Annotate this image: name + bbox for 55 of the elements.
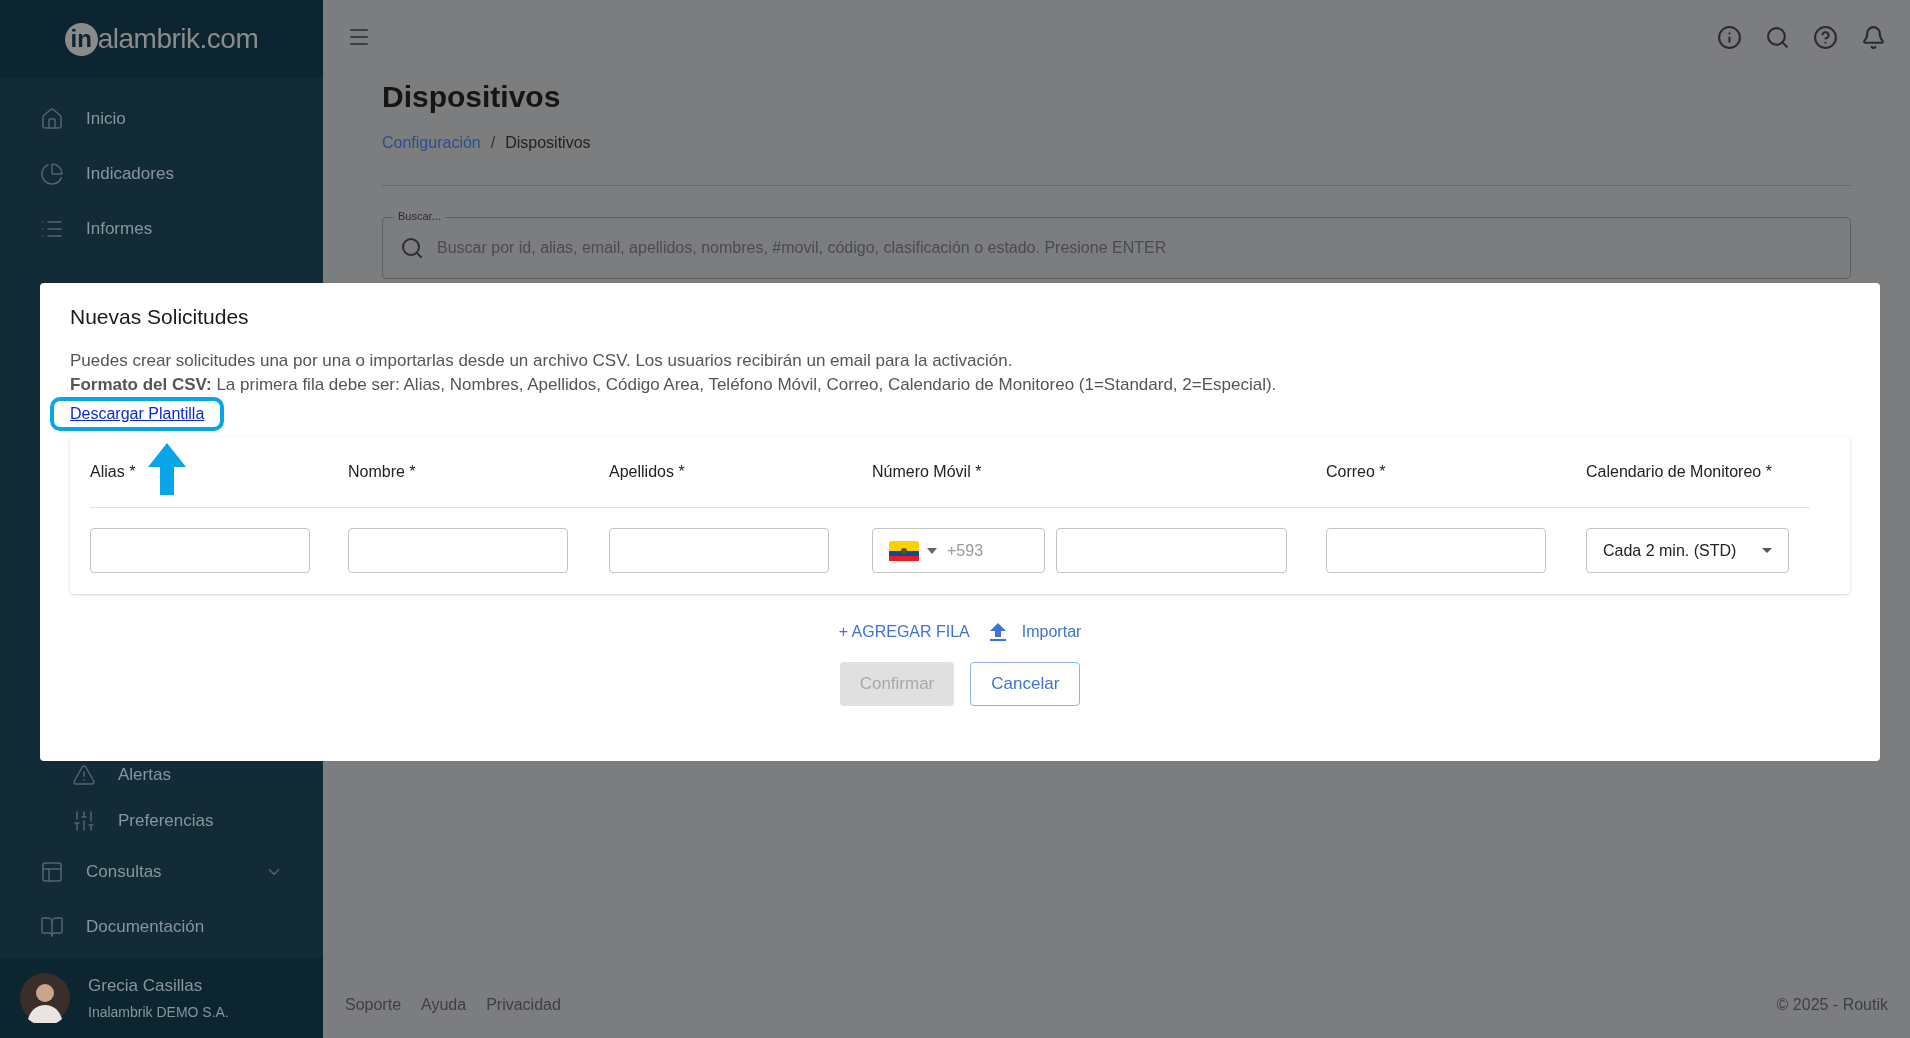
caret-icon	[927, 547, 937, 554]
column-header: Calendario de Monitoreo *	[1586, 462, 1773, 482]
input-field[interactable]	[348, 528, 568, 573]
user-name: Grecia Casillas	[88, 974, 204, 997]
import-button[interactable]: Importar	[989, 619, 1082, 644]
footer-link[interactable]: Ayuda	[421, 993, 467, 1017]
calendar-select[interactable]: Cada 2 min. (STD)	[1586, 528, 1789, 573]
download-template-link[interactable]: Descargar Plantilla	[70, 404, 205, 422]
nav-item[interactable]: Consultas	[86, 858, 162, 885]
input-field[interactable]	[609, 528, 829, 573]
country-code-field[interactable]: +593	[872, 528, 1045, 573]
search-icon[interactable]	[1765, 24, 1790, 50]
column-header: Número Móvil *	[872, 461, 983, 482]
search-icon	[400, 236, 424, 260]
caret-icon	[1762, 548, 1772, 553]
user-organization: Inalambrik DEMO S.A.	[88, 1003, 229, 1023]
footer-link[interactable]: Soporte	[345, 993, 402, 1017]
upload-icon	[989, 622, 1006, 641]
input-field[interactable]	[90, 528, 310, 573]
search-label: Buscar...	[394, 209, 445, 223]
input-field[interactable]	[1326, 528, 1546, 573]
nav-item[interactable]: Indicadores	[86, 160, 174, 187]
sliders-icon	[72, 809, 96, 833]
nav-item[interactable]: Documentación	[86, 913, 205, 940]
column-header: Nombre *	[348, 461, 417, 482]
phone-code-input[interactable]: +593	[947, 538, 1017, 563]
table-icon	[40, 859, 64, 884]
csv-format-note: Formato del CSV: La primera fila debe ser: Alias, Nombres, Apellidos, Código Area, Teléfono Móvil, Correo, Calendario de Monitoreo (1=Standard, 2=Especial).	[70, 373, 1278, 396]
warning-icon	[72, 763, 96, 787]
breadcrumb-separator: /	[490, 133, 496, 153]
flag-icon	[889, 540, 919, 561]
book-icon	[40, 914, 64, 939]
column-header: Alias *	[90, 461, 137, 482]
pie-chart-icon	[40, 161, 64, 186]
column-header: Correo *	[1326, 461, 1387, 482]
breadcrumb-current: Dispositivos	[505, 133, 591, 153]
footer-link[interactable]: Privacidad	[486, 993, 561, 1017]
annotation-arrow	[148, 442, 186, 495]
add-row-button[interactable]: + AGREGAR FILA	[838, 619, 970, 644]
modal-title: Nuevas Solicitudes	[70, 304, 250, 330]
copyright: © 2025 - Routik	[1776, 995, 1888, 1015]
nav-item[interactable]: Alertas	[118, 762, 171, 788]
home-icon	[40, 106, 64, 131]
notifications-icon[interactable]	[1861, 24, 1886, 50]
avatar[interactable]	[20, 973, 70, 1023]
nav-item[interactable]: Preferencias	[118, 808, 214, 834]
cancel-button[interactable]: Cancelar	[970, 661, 1081, 706]
column-header: Apellidos *	[609, 461, 686, 482]
nav-item[interactable]: Informes	[86, 215, 153, 242]
help-icon[interactable]	[1813, 24, 1838, 50]
nav-item[interactable]: Inicio	[86, 105, 126, 132]
page-title: Dispositivos	[382, 79, 562, 115]
input-field[interactable]	[1056, 528, 1287, 573]
info-icon[interactable]	[1717, 24, 1742, 50]
modal-description: Puedes crear solicitudes una por una o importarlas desde un archivo CSV. Los usuarios recibirán un email para la activación.	[70, 349, 1014, 372]
